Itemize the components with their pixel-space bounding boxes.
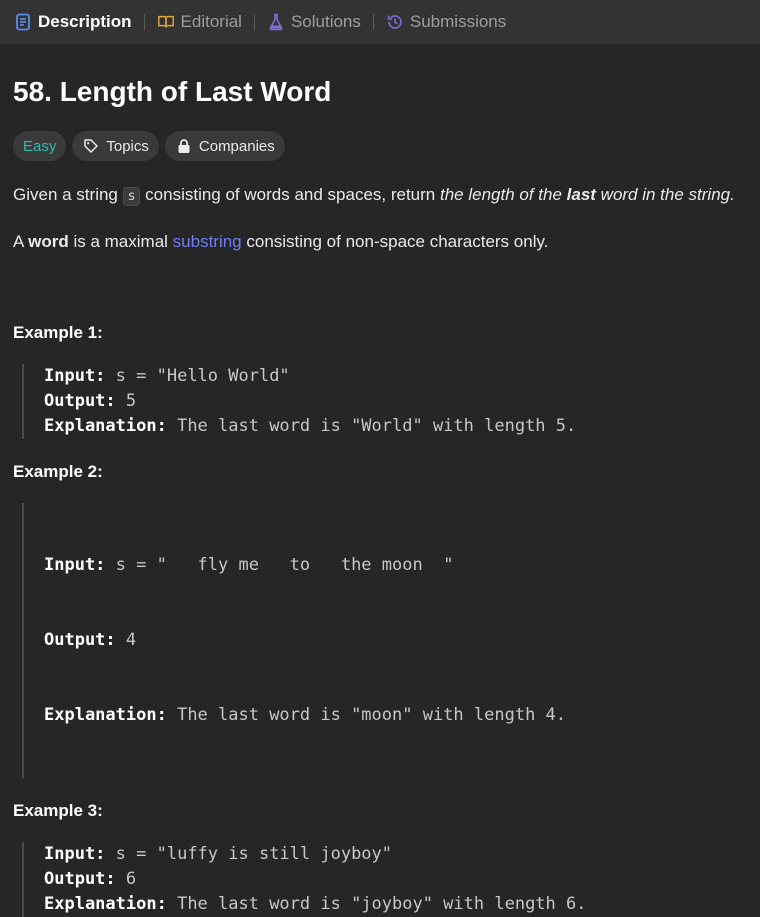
companies-label: Companies <box>198 137 275 155</box>
example-block: Input: s = "Hello World" Output: 5 Expla… <box>22 364 747 439</box>
explanation-label: Explanation: <box>44 894 167 914</box>
example-block: Input: s = " fly me to the moon " Output… <box>22 503 747 778</box>
explanation-value: The last word is "joyboy" with length 6. <box>177 894 587 914</box>
emphasis-text: the length of the <box>439 185 567 204</box>
emphasis-bold-text: last <box>566 185 596 204</box>
example-explanation-row: Explanation: The last word is "joyboy" w… <box>44 892 747 917</box>
example-explanation-row: Explanation: The last word is "World" wi… <box>44 414 747 439</box>
example-title: Example 3: <box>13 801 103 820</box>
input-value: s = "Hello World" <box>115 366 290 386</box>
output-value: 5 <box>125 391 137 411</box>
example-input-row: Input: s = "luffy is still joyboy" <box>44 842 747 867</box>
tab-submissions[interactable]: Submissions <box>382 12 510 32</box>
example-title: Example 1: <box>13 323 103 342</box>
definition-text: is a maximal <box>68 232 173 251</box>
description-text: Given a string <box>13 185 123 204</box>
word-definition: A word is a maximal substring consisting… <box>13 230 747 254</box>
tag-row: Easy Topics Companies <box>13 131 747 161</box>
tab-description[interactable]: Description <box>10 12 136 32</box>
problem-title: 58. Length of Last Word <box>13 76 332 107</box>
tab-submissions-label: Submissions <box>409 12 507 31</box>
tab-separator <box>372 14 374 30</box>
substring-link[interactable]: substring <box>173 232 242 251</box>
inline-code: s <box>122 187 141 206</box>
lock-icon <box>175 137 193 155</box>
example-output-row: Output: 6 <box>44 867 747 892</box>
tab-separator <box>253 14 255 30</box>
problem-content: 58. Length of Last Word Easy Topics Comp… <box>0 75 760 917</box>
output-value: 6 <box>125 869 137 889</box>
description-paragraph: Given a string s consisting of words and… <box>13 183 747 209</box>
tag-icon <box>82 137 100 155</box>
emphasis-text: word in the string. <box>595 185 735 204</box>
description-text: consisting of words and spaces, return <box>140 185 440 204</box>
example-input-row: Input: s = " fly me to the moon " <box>44 553 747 578</box>
description-icon <box>14 13 32 31</box>
tab-separator <box>143 14 145 30</box>
tab-solutions[interactable]: Solutions <box>263 12 365 32</box>
tab-bar: Description Editorial Solutions Submissi… <box>0 0 760 44</box>
flask-icon <box>267 13 285 31</box>
example-explanation-row: Explanation: The last word is "moon" wit… <box>44 703 747 728</box>
tab-description-label: Description <box>38 12 132 31</box>
tab-solutions-label: Solutions <box>290 12 361 31</box>
topics-label: Topics <box>106 137 149 155</box>
example-output-row: Output: 5 <box>44 389 747 414</box>
output-label: Output: <box>44 869 116 889</box>
definition-text: A <box>13 232 29 251</box>
history-icon <box>386 13 404 31</box>
output-label: Output: <box>44 391 116 411</box>
tab-editorial-label: Editorial <box>180 12 242 31</box>
example-output-row: Output: 4 <box>44 628 747 653</box>
output-label: Output: <box>44 630 116 650</box>
tab-editorial[interactable]: Editorial <box>153 12 246 32</box>
definition-text: consisting of non-space characters only. <box>241 232 549 251</box>
explanation-label: Explanation: <box>44 705 167 725</box>
input-label: Input: <box>44 555 106 575</box>
example-input-row: Input: s = "Hello World" <box>44 364 747 389</box>
example-title: Example 2: <box>13 462 103 481</box>
input-label: Input: <box>44 844 106 864</box>
example-3: Example 3: Input: s = "luffy is still jo… <box>13 801 747 917</box>
input-value: s = "luffy is still joyboy" <box>115 844 393 864</box>
example-block: Input: s = "luffy is still joyboy" Outpu… <box>22 842 747 917</box>
difficulty-badge: Easy <box>13 131 67 161</box>
explanation-label: Explanation: <box>44 416 167 436</box>
book-icon <box>157 13 175 31</box>
input-label: Input: <box>44 366 106 386</box>
example-2: Example 2: Input: s = " fly me to the mo… <box>13 462 747 778</box>
companies-button[interactable]: Companies <box>164 131 285 161</box>
definition-bold-text: word <box>28 232 69 251</box>
output-value: 4 <box>125 630 137 650</box>
explanation-value: The last word is "World" with length 5. <box>177 416 577 436</box>
explanation-value: The last word is "moon" with length 4. <box>177 705 567 725</box>
input-value: s = " fly me to the moon " <box>115 555 454 575</box>
difficulty-label: Easy <box>23 137 57 155</box>
topics-button[interactable]: Topics <box>72 131 159 161</box>
example-1: Example 1: Input: s = "Hello World" Outp… <box>13 323 747 439</box>
